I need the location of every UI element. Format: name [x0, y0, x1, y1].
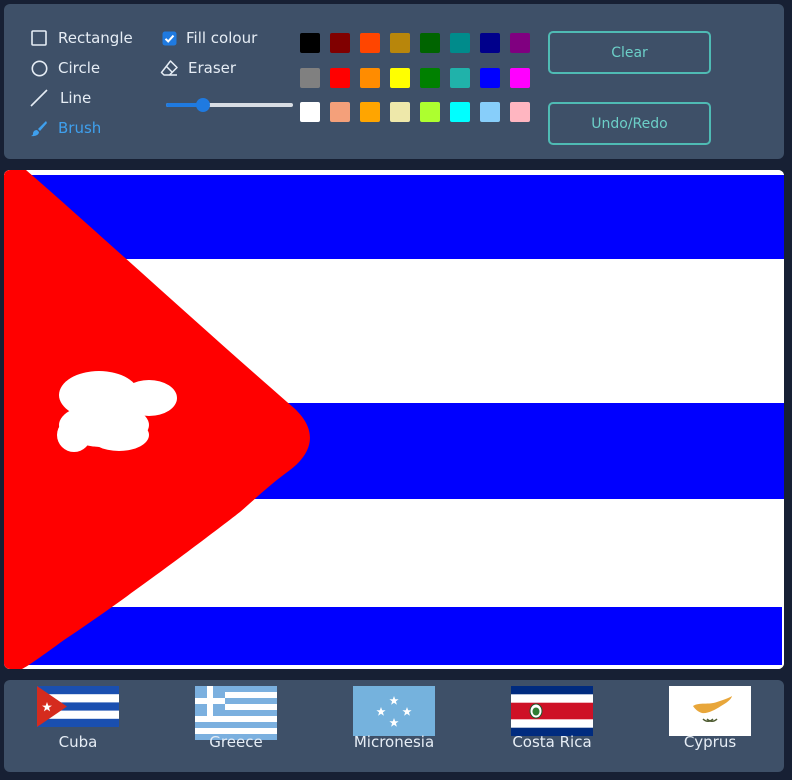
circle-label: Circle [58, 59, 101, 77]
color-swatch[interactable] [480, 68, 500, 88]
flag-cyprus[interactable]: Cyprus [660, 686, 760, 751]
cuba-flag-icon [37, 686, 119, 727]
fill-colour-toggle[interactable]: Fill colour [160, 29, 257, 47]
color-swatch[interactable] [300, 68, 320, 88]
clear-button[interactable]: Clear [548, 31, 711, 74]
color-swatch[interactable] [360, 33, 380, 53]
flag-label-cuba: Cuba [58, 733, 98, 751]
color-swatch[interactable] [300, 33, 320, 53]
checkbox-checked-icon[interactable] [160, 29, 178, 47]
eraser-tool[interactable]: Eraser [160, 59, 236, 77]
color-swatch[interactable] [480, 102, 500, 122]
flag-label-costa-rica: Costa Rica [512, 733, 592, 751]
color-swatch[interactable] [450, 102, 470, 122]
eraser-icon [160, 59, 178, 77]
flag-label-micronesia: Micronesia [353, 733, 435, 751]
circle-icon [30, 59, 48, 77]
color-swatch[interactable] [510, 68, 530, 88]
toolbar: Rectangle Circle Line Brush Fill colour [4, 4, 784, 159]
color-swatch[interactable] [420, 102, 440, 122]
slider-thumb[interactable] [196, 98, 210, 112]
color-swatch[interactable] [330, 102, 350, 122]
color-swatch[interactable] [450, 68, 470, 88]
flag-selector: Cuba Greece Micronesia Costa Rica Cyprus [4, 680, 784, 772]
color-swatch[interactable] [360, 102, 380, 122]
color-swatch[interactable] [480, 33, 500, 53]
color-swatch[interactable] [510, 33, 530, 53]
brush-tool[interactable]: Brush [30, 119, 101, 137]
line-tool[interactable]: Line [30, 89, 91, 107]
micronesia-flag-icon [353, 686, 435, 736]
blue-stripe-1 [4, 175, 784, 259]
color-swatch[interactable] [300, 102, 320, 122]
undo-redo-button[interactable]: Undo/Redo [548, 102, 711, 145]
color-swatch[interactable] [420, 33, 440, 53]
line-icon [30, 89, 48, 107]
brush-label: Brush [58, 119, 102, 137]
color-swatch[interactable] [390, 33, 410, 53]
color-swatch[interactable] [390, 102, 410, 122]
eraser-label: Eraser [188, 59, 237, 77]
rectangle-label: Rectangle [58, 29, 133, 47]
color-swatch[interactable] [360, 68, 380, 88]
color-swatch[interactable] [510, 102, 530, 122]
color-swatch[interactable] [330, 68, 350, 88]
rectangle-icon [30, 29, 48, 47]
flag-costa-rica[interactable]: Costa Rica [502, 686, 602, 751]
costa-rica-flag-icon [511, 686, 593, 736]
flag-cuba[interactable]: Cuba [28, 686, 128, 751]
color-swatch[interactable] [420, 68, 440, 88]
fill-colour-label: Fill colour [186, 29, 258, 47]
circle-tool[interactable]: Circle [30, 59, 100, 77]
color-swatch[interactable] [390, 68, 410, 88]
brush-icon [30, 119, 48, 137]
line-label: Line [60, 89, 92, 107]
flag-greece[interactable]: Greece [186, 686, 286, 751]
drawing-canvas[interactable] [4, 170, 784, 669]
color-swatch[interactable] [450, 33, 470, 53]
cyprus-flag-icon [669, 686, 751, 736]
canvas-drawing [4, 170, 784, 669]
blue-stripe-3 [4, 607, 782, 665]
flag-micronesia[interactable]: Micronesia [344, 686, 444, 751]
color-swatch[interactable] [330, 33, 350, 53]
rectangle-tool[interactable]: Rectangle [30, 29, 133, 47]
brush-size-slider[interactable] [166, 98, 293, 112]
greece-flag-icon [195, 686, 277, 740]
